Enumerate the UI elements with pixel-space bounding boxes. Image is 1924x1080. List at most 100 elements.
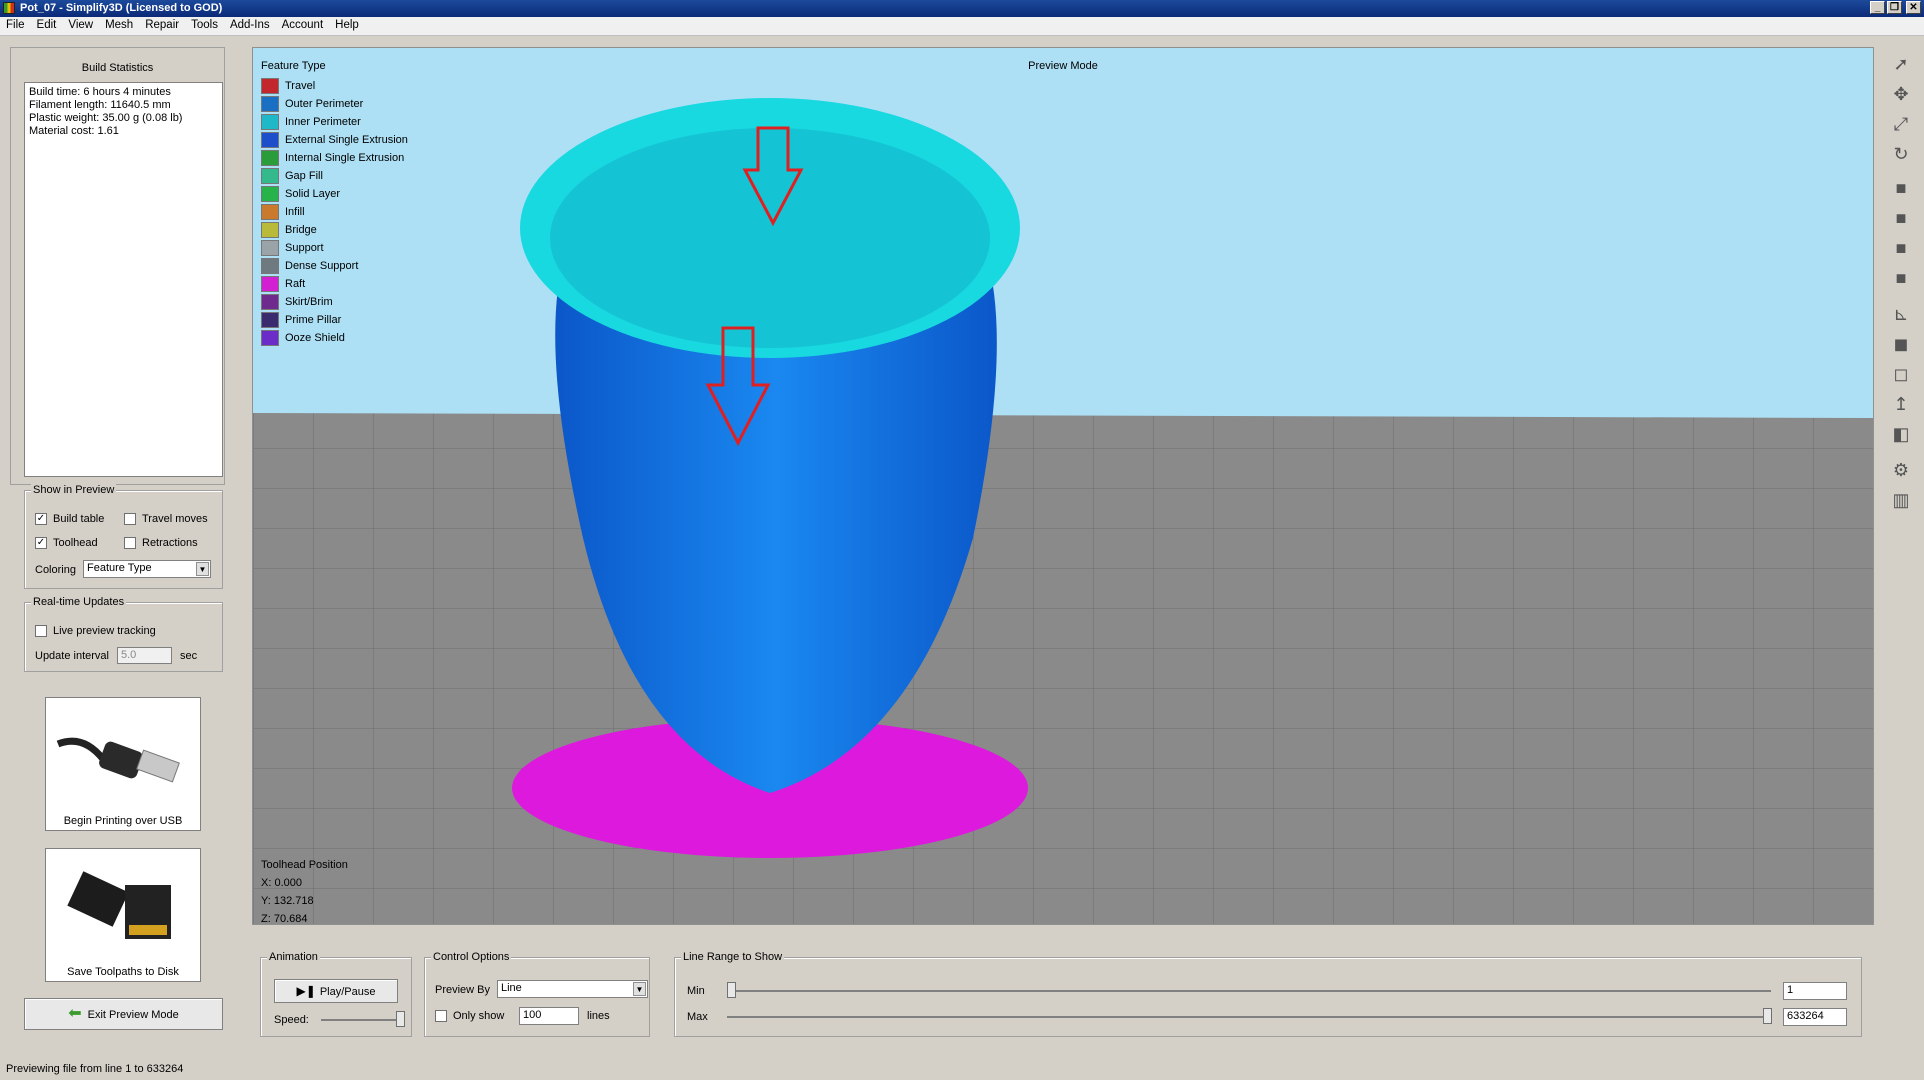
max-label: Max bbox=[687, 1011, 708, 1023]
show-in-preview-group: Show in Preview ✓ Build table Travel move… bbox=[24, 484, 223, 589]
rotate-tool-icon[interactable]: ↻ bbox=[1888, 141, 1914, 167]
3d-viewport[interactable]: Preview Mode Feature Type Travel Outer Pe… bbox=[252, 47, 1874, 925]
legend-swatch bbox=[261, 204, 279, 220]
min-label: Min bbox=[687, 985, 705, 997]
realtime-updates-title: Real-time Updates bbox=[31, 596, 127, 608]
chevron-down-icon: ▼ bbox=[633, 982, 646, 996]
retractions-checkbox[interactable]: Retractions bbox=[124, 537, 198, 550]
build-table-checkbox[interactable]: ✓ Build table bbox=[35, 513, 104, 526]
back-arrow-icon: ⬅ bbox=[68, 1005, 82, 1022]
legend-item: Prime Pillar bbox=[261, 312, 341, 330]
legend-label: Infill bbox=[285, 205, 305, 218]
legend-item: External Single Extrusion bbox=[261, 132, 408, 150]
coloring-select[interactable]: Feature Type ▼ bbox=[83, 560, 211, 578]
save-toolpaths-button[interactable]: Save Toolpaths to Disk bbox=[45, 848, 201, 982]
legend-item: Travel bbox=[261, 78, 315, 96]
toolhead-checkbox[interactable]: ✓ Toolhead bbox=[35, 537, 98, 550]
show-in-preview-title: Show in Preview bbox=[31, 484, 117, 496]
machine-icon[interactable]: ▥ bbox=[1888, 487, 1914, 513]
speed-slider-handle[interactable] bbox=[396, 1011, 405, 1027]
update-interval-label: Update interval bbox=[35, 650, 109, 662]
legend-swatch bbox=[261, 186, 279, 202]
only-show-checkbox[interactable]: Only show bbox=[435, 1010, 504, 1023]
legend-swatch bbox=[261, 132, 279, 148]
print-usb-button[interactable]: Begin Printing over USB bbox=[45, 697, 201, 831]
preview-by-select[interactable]: Line ▼ bbox=[497, 980, 648, 998]
legend-label: Prime Pillar bbox=[285, 313, 342, 326]
max-slider-track[interactable] bbox=[727, 1016, 1771, 1018]
control-options-title: Control Options bbox=[431, 951, 512, 963]
scale-tool-icon[interactable]: ⤢ bbox=[1888, 111, 1914, 137]
line-range-group: Line Range to Show Min 1 Max 633264 bbox=[674, 951, 1862, 1037]
build-statistics-text: Build time: 6 hours 4 minutes Filament l… bbox=[24, 82, 223, 477]
axes-icon[interactable]: ⊾ bbox=[1888, 301, 1914, 327]
legend-swatch bbox=[261, 330, 279, 346]
menu-tools[interactable]: Tools bbox=[185, 17, 224, 33]
view-left-icon[interactable]: ■ bbox=[1888, 235, 1914, 261]
min-slider-track[interactable] bbox=[727, 990, 1771, 992]
view-front-icon[interactable]: ■ bbox=[1888, 205, 1914, 231]
checkbox-checked-icon: ✓ bbox=[35, 513, 47, 526]
close-button[interactable]: ✕ bbox=[1906, 1, 1921, 14]
save-toolpaths-label: Save Toolpaths to Disk bbox=[67, 966, 179, 978]
only-show-input[interactable]: 100 bbox=[519, 1007, 579, 1025]
menu-mesh[interactable]: Mesh bbox=[99, 17, 139, 33]
legend-swatch bbox=[261, 96, 279, 112]
legend-label: Dense Support bbox=[285, 259, 359, 272]
solid-view-icon[interactable]: ◼ bbox=[1888, 331, 1914, 357]
menu-edit[interactable]: Edit bbox=[31, 17, 63, 33]
menu-bar: File Edit View Mesh Repair Tools Add-Ins Accoun… bbox=[0, 17, 1924, 36]
menu-help[interactable]: Help bbox=[329, 17, 365, 33]
menu-account[interactable]: Account bbox=[276, 17, 330, 33]
menu-view[interactable]: View bbox=[62, 17, 99, 33]
cross-section-icon[interactable]: ◧ bbox=[1888, 421, 1914, 447]
legend-swatch bbox=[261, 222, 279, 238]
legend-label: External Single Extrusion bbox=[285, 133, 408, 146]
checkbox-empty-icon bbox=[435, 1010, 447, 1023]
legend-label: Solid Layer bbox=[285, 187, 341, 200]
view-top-icon[interactable]: ■ bbox=[1888, 175, 1914, 201]
right-toolbar: ➚ ✥ ⤢ ↻ ■ ■ ■ ■ ⊾ ◼ ◻ ↥ ◧ ⚙ ▥ bbox=[1884, 47, 1920, 527]
menu-file[interactable]: File bbox=[0, 17, 31, 33]
max-slider-handle[interactable] bbox=[1763, 1008, 1772, 1024]
legend-label: Bridge bbox=[285, 223, 317, 236]
menu-repair[interactable]: Repair bbox=[139, 17, 185, 33]
travel-moves-checkbox[interactable]: Travel moves bbox=[124, 513, 208, 526]
coloring-label: Coloring bbox=[35, 564, 76, 576]
normals-icon[interactable]: ↥ bbox=[1888, 391, 1914, 417]
speed-slider[interactable] bbox=[321, 1019, 401, 1021]
settings-gear-icon[interactable]: ⚙ bbox=[1888, 457, 1914, 483]
update-interval-input[interactable]: 5.0 bbox=[117, 647, 172, 664]
legend-label: Ooze Shield bbox=[285, 331, 345, 344]
select-tool-icon[interactable]: ➚ bbox=[1888, 51, 1914, 77]
restore-button[interactable]: ❐ bbox=[1887, 1, 1902, 14]
legend-item: Dense Support bbox=[261, 258, 358, 276]
legend-swatch bbox=[261, 78, 279, 94]
min-line-input[interactable]: 1 bbox=[1783, 982, 1847, 1000]
build-statistics-title: Build Statistics bbox=[81, 62, 154, 74]
menu-add-ins[interactable]: Add-Ins bbox=[224, 17, 276, 33]
legend-swatch bbox=[261, 294, 279, 310]
stat-build-time: Build time: 6 hours 4 minutes bbox=[29, 86, 171, 98]
legend-swatch bbox=[261, 258, 279, 274]
stat-filament-length: Filament length: 11640.5 mm bbox=[29, 99, 171, 111]
play-pause-button[interactable]: ▶❚ Play/Pause bbox=[274, 979, 398, 1003]
exit-preview-button[interactable]: ⬅ Exit Preview Mode bbox=[24, 998, 223, 1030]
live-preview-checkbox[interactable]: Live preview tracking bbox=[35, 625, 156, 638]
realtime-updates-group: Real-time Updates Live preview tracking … bbox=[24, 596, 223, 672]
legend-label: Gap Fill bbox=[285, 169, 323, 182]
window-title: Pot_07 - Simplify3D (Licensed to GOD) bbox=[20, 2, 223, 14]
move-tool-icon[interactable]: ✥ bbox=[1888, 81, 1914, 107]
view-right-icon[interactable]: ■ bbox=[1888, 265, 1914, 291]
legend-label: Support bbox=[285, 241, 324, 254]
max-line-input[interactable]: 633264 bbox=[1783, 1008, 1847, 1026]
legend-label: Internal Single Extrusion bbox=[285, 151, 405, 164]
min-slider-handle[interactable] bbox=[727, 982, 736, 998]
minimize-button[interactable]: _ bbox=[1870, 1, 1885, 14]
legend-item: Bridge bbox=[261, 222, 317, 240]
legend-item: Gap Fill bbox=[261, 168, 323, 186]
legend-item: Solid Layer bbox=[261, 186, 340, 204]
title-bar: Pot_07 - Simplify3D (Licensed to GOD) _ … bbox=[0, 0, 1924, 17]
legend-label: Skirt/Brim bbox=[285, 295, 333, 308]
wireframe-view-icon[interactable]: ◻ bbox=[1888, 361, 1914, 387]
